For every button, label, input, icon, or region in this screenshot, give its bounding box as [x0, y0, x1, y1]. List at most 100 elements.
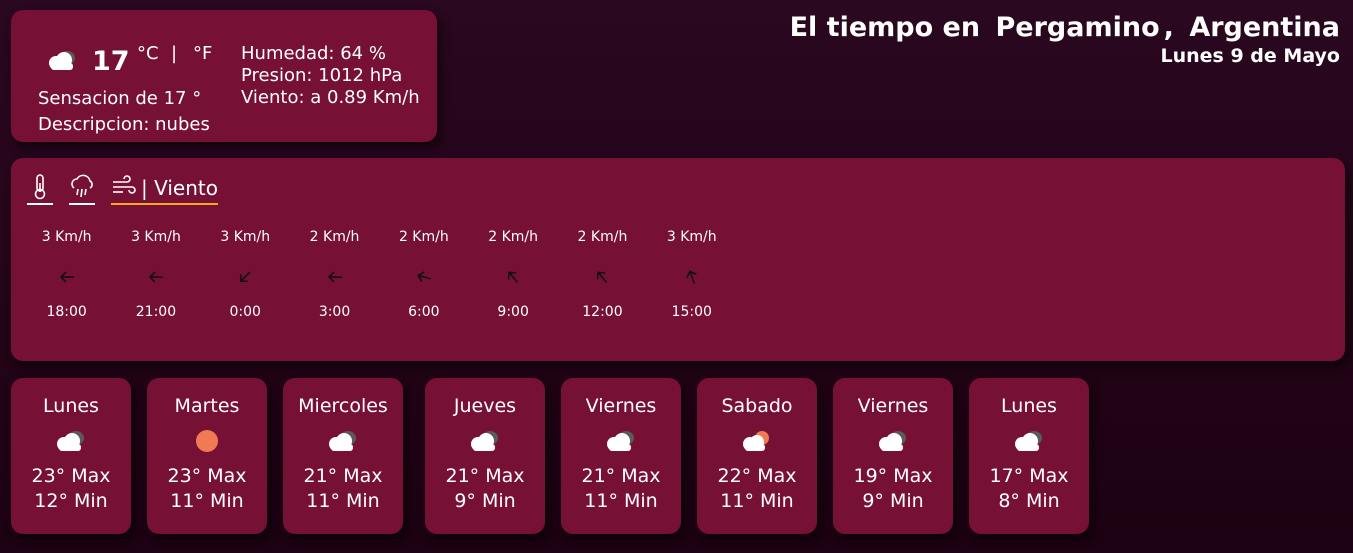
humidity: Humedad: 64 %	[241, 43, 386, 64]
weather-description: Descripcion: nubes	[38, 114, 210, 135]
wind-direction-arrow-icon	[111, 262, 200, 292]
day-name: Sabado	[721, 395, 793, 417]
pressure: Presion: 1012 hPa	[241, 65, 403, 86]
day-name: Viernes	[585, 395, 657, 417]
city-name: Pergamino	[995, 12, 1160, 43]
wind-direction-arrow-icon	[558, 262, 647, 292]
tab-temperature[interactable]	[27, 173, 53, 205]
hourly-item: 2 Km/h 9:00	[468, 226, 557, 323]
min-temp: 9° Min	[454, 490, 516, 512]
forecast-tabs: | Viento	[27, 173, 218, 205]
rain-cloud-icon	[69, 173, 95, 201]
hour-label: 12:00	[582, 304, 623, 320]
min-temp: 11° Min	[170, 490, 244, 512]
cloud-icon	[11, 425, 131, 457]
celsius-toggle[interactable]: °C	[137, 43, 159, 64]
page-header: El tiempo en Pergamino, Argentina Lunes …	[790, 12, 1340, 67]
feels-like: Sensacion de 17 °	[38, 88, 202, 109]
wind-direction-arrow-icon	[647, 262, 736, 292]
hourly-item: 2 Km/h 3:00	[290, 226, 379, 323]
wind-icon	[111, 174, 137, 202]
wind-speed-label: 3 Km/h	[220, 229, 271, 245]
max-temp: 21° Max	[581, 465, 661, 487]
hour-label: 15:00	[671, 304, 712, 320]
daily-card: Sabado 22° Max 11° Min	[697, 378, 817, 534]
cloud-icon	[969, 425, 1089, 457]
day-name: Martes	[174, 395, 240, 417]
wind-direction-arrow-icon	[201, 262, 290, 292]
max-temp: 23° Max	[167, 465, 247, 487]
hour-label: 3:00	[318, 304, 351, 320]
hourly-item: 2 Km/h 6:00	[379, 226, 468, 323]
min-temp: 11° Min	[584, 490, 658, 512]
partly-cloudy-icon	[697, 425, 817, 457]
weather-details: Humedad: 64 % Presion: 1012 hPa Viento: …	[241, 43, 420, 109]
hourly-item: 3 Km/h 15:00	[647, 226, 736, 323]
tab-rain[interactable]	[69, 173, 95, 205]
min-temp: 11° Min	[306, 490, 380, 512]
hour-label: 21:00	[135, 304, 177, 320]
max-temp: 21° Max	[445, 465, 525, 487]
wind-speed-label: 2 Km/h	[309, 229, 360, 245]
hour-label: 6:00	[408, 304, 440, 320]
wind-speed-label: 3 Km/h	[131, 229, 181, 245]
hour-label: 18:00	[46, 304, 87, 320]
hour-label: 9:00	[497, 304, 529, 320]
min-temp: 8° Min	[998, 490, 1060, 512]
cloud-icon	[45, 48, 81, 76]
hour-label: 0:00	[229, 304, 261, 320]
min-temp: 9° Min	[862, 490, 924, 512]
current-weather-card: 17 °C | °F Sensacion de 17 ° Descripcion…	[11, 10, 437, 142]
cloud-icon	[283, 425, 403, 457]
current-date: Lunes 9 de Mayo	[1160, 45, 1341, 67]
hourly-item: 2 Km/h 12:00	[558, 226, 647, 323]
hourly-item: 3 Km/h 0:00	[201, 226, 290, 323]
wind-direction-arrow-icon	[468, 262, 557, 292]
page-title: El tiempo en Pergamino, Argentina	[790, 12, 1340, 43]
wind-direction-arrow-icon	[290, 262, 379, 292]
title-comma: ,	[1163, 12, 1174, 43]
daily-card: Viernes 19° Max 9° Min	[833, 378, 953, 534]
fahrenheit-toggle[interactable]: °F	[193, 43, 212, 64]
hourly-wind-list: 3 Km/h 18:00 3 Km/h 21:00 3 Km/h 0:00 2 Km/h 3:…	[22, 226, 736, 323]
daily-card: Miercoles 21° Max 11° Min	[283, 378, 403, 534]
title-prefix: El tiempo en	[789, 12, 981, 43]
hourly-item: 3 Km/h 18:00	[22, 226, 111, 323]
cloud-icon	[833, 425, 953, 457]
daily-card: Lunes 17° Max 8° Min	[969, 378, 1089, 534]
max-temp: 22° Max	[717, 465, 797, 487]
min-temp: 11° Min	[720, 490, 794, 512]
max-temp: 21° Max	[303, 465, 383, 487]
wind-speed-label: 3 Km/h	[666, 229, 717, 245]
current-temperature: 17	[92, 46, 130, 77]
tab-wind[interactable]: | Viento	[111, 173, 218, 205]
daily-card: Lunes 23° Max 12° Min	[11, 378, 131, 534]
tab-wind-label: | Viento	[141, 176, 218, 200]
day-name: Jueves	[453, 395, 517, 417]
min-temp: 12° Min	[34, 490, 108, 512]
daily-card: Jueves 21° Max 9° Min	[425, 378, 545, 534]
daily-card: Martes 23° Max 11° Min	[147, 378, 267, 534]
unit-separator: |	[171, 43, 178, 64]
wind-speed-label: 2 Km/h	[398, 229, 449, 245]
wind-speed-label: 2 Km/h	[488, 229, 539, 245]
hourly-item: 3 Km/h 21:00	[111, 226, 200, 323]
day-name: Miercoles	[298, 395, 388, 417]
wind-direction-arrow-icon	[22, 262, 111, 292]
wind-speed-label: 3 Km/h	[41, 229, 92, 245]
sun-icon	[147, 425, 267, 457]
cloud-icon	[425, 425, 545, 457]
wind-speed: Viento: a 0.89 Km/h	[241, 87, 420, 108]
wind-direction-arrow-icon	[379, 262, 468, 292]
max-temp: 17° Max	[989, 465, 1069, 487]
country-name: Argentina	[1189, 12, 1340, 43]
day-name: Viernes	[857, 395, 929, 417]
wind-speed-label: 2 Km/h	[577, 229, 628, 245]
day-name: Lunes	[43, 395, 99, 417]
max-temp: 19° Max	[853, 465, 933, 487]
thermometer-icon	[27, 173, 53, 201]
daily-card: Viernes 21° Max 11° Min	[561, 378, 681, 534]
day-name: Lunes	[1001, 395, 1057, 417]
max-temp: 23° Max	[31, 465, 111, 487]
cloud-icon	[561, 425, 681, 457]
